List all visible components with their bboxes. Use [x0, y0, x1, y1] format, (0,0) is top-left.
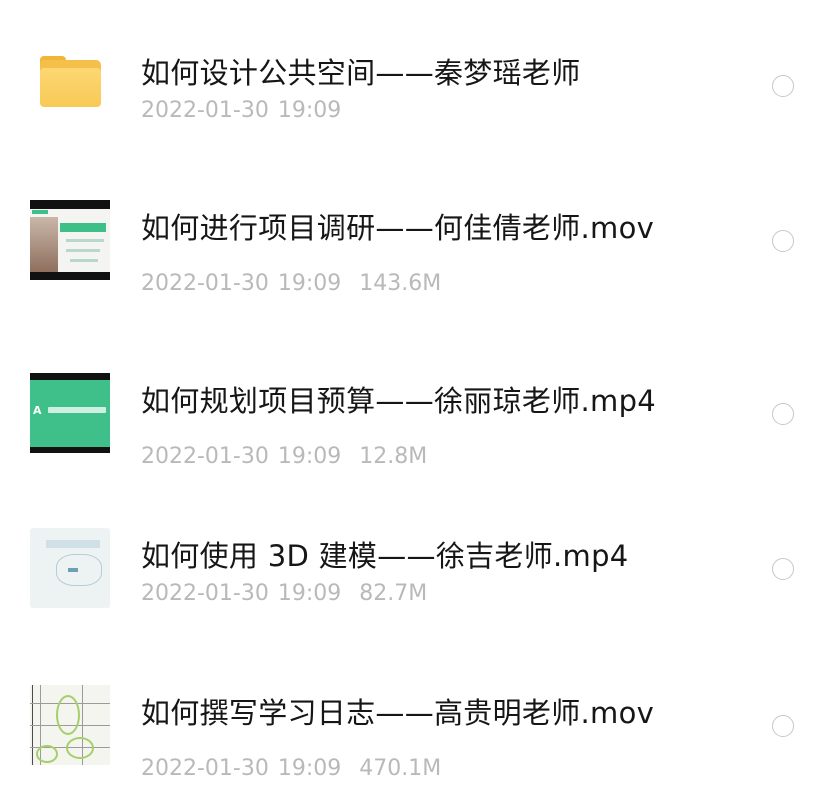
video-thumbnail-icon: [30, 685, 110, 765]
file-size: 12.8M: [359, 444, 428, 469]
file-name: 如何进行项目调研——何佳倩老师.mov: [141, 211, 655, 245]
file-list: 如何设计公共空间——秦梦瑶老师 2022-01-30 19:09 如何进行项目调…: [0, 0, 828, 797]
file-name: 如何撰写学习日志——高贵明老师.mov: [141, 696, 655, 730]
file-name: 如何使用 3D 建模——徐吉老师.mp4: [141, 539, 629, 573]
file-meta: 2022-01-30 19:09 143.6M: [141, 271, 441, 296]
file-row-video[interactable]: 如何撰写学习日志——高贵明老师.mov 2022-01-30 19:09 470.…: [0, 660, 828, 790]
file-size: 143.6M: [359, 271, 442, 296]
file-row-video[interactable]: 如何进行项目调研——何佳倩老师.mov 2022-01-30 19:09 143.…: [0, 175, 828, 305]
file-meta: 2022-01-30 19:09 470.1M: [141, 756, 441, 781]
select-radio-button[interactable]: [772, 715, 794, 737]
video-thumbnail-icon: [30, 200, 110, 280]
select-radio-button[interactable]: [772, 230, 794, 252]
file-meta: 2022-01-30 19:09 12.8M: [141, 444, 427, 469]
thumb-label: A: [33, 404, 42, 417]
file-date: 2022-01-30 19:09: [141, 98, 342, 123]
file-date: 2022-01-30 19:09: [141, 756, 342, 781]
file-date: 2022-01-30 19:09: [141, 444, 342, 469]
select-radio-button[interactable]: [772, 75, 794, 97]
file-row-folder[interactable]: 如何设计公共空间——秦梦瑶老师 2022-01-30 19:09: [0, 20, 828, 150]
file-size: 470.1M: [359, 756, 442, 781]
file-date: 2022-01-30 19:09: [141, 581, 342, 606]
select-radio-button[interactable]: [772, 403, 794, 425]
file-date: 2022-01-30 19:09: [141, 271, 342, 296]
file-row-video[interactable]: A 如何规划项目预算——徐丽琼老师.mp4 2022-01-30 19:09 12…: [0, 348, 828, 478]
file-row-video[interactable]: 如何使用 3D 建模——徐吉老师.mp4 2022-01-30 19:09 82.…: [0, 503, 828, 633]
folder-icon: [30, 50, 110, 120]
file-name: 如何设计公共空间——秦梦瑶老师: [141, 56, 581, 90]
video-thumbnail-icon: A: [30, 373, 110, 453]
file-meta: 2022-01-30 19:09: [141, 98, 341, 123]
file-meta: 2022-01-30 19:09 82.7M: [141, 581, 427, 606]
video-thumbnail-icon: [30, 528, 110, 608]
file-size: 82.7M: [359, 581, 428, 606]
select-radio-button[interactable]: [772, 558, 794, 580]
file-name: 如何规划项目预算——徐丽琼老师.mp4: [141, 384, 657, 418]
